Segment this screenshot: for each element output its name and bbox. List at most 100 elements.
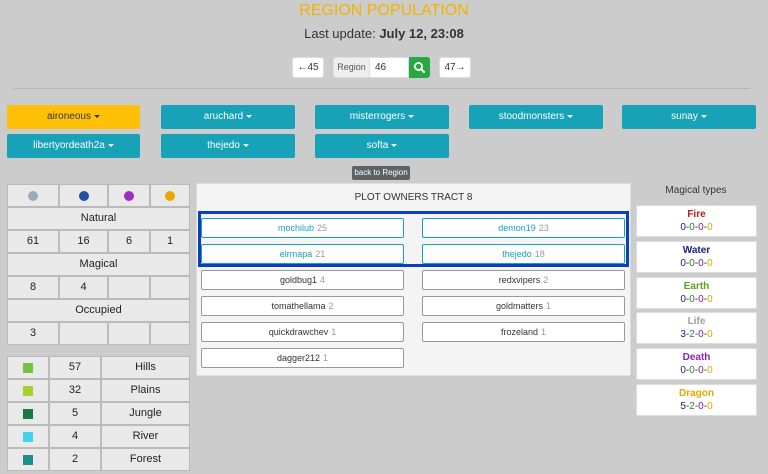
last-update-value: July 12, 23:08 [379, 26, 464, 41]
stats-value: 3 [7, 322, 59, 345]
stats-header-cell [59, 184, 108, 207]
magical-type-values: 0-0-0-0 [680, 222, 713, 233]
owner-button[interactable]: mochilub 25 [201, 218, 404, 238]
user-button-aironeous[interactable]: aironeous [7, 105, 140, 129]
terrain-swatch [7, 356, 49, 379]
terrain-swatch [7, 379, 49, 402]
terrain-count: 5 [49, 402, 101, 425]
magical-type-name: Earth [683, 281, 710, 292]
user-button-libertyordeath2a[interactable]: libertyordeath2a [7, 134, 140, 158]
terrain-count: 57 [49, 356, 101, 379]
owner-button[interactable]: goldmatters 1 [422, 296, 625, 316]
natural-label: Natural [7, 207, 190, 230]
owner-button[interactable]: goldbug1 4 [201, 270, 404, 290]
magical-type-value: 0 [707, 222, 713, 233]
owner-button[interactable]: tomathellama 2 [201, 296, 404, 316]
back-to-region-button[interactable]: back to Region [352, 166, 410, 180]
owner-button[interactable]: quickdrawchev 1 [201, 322, 404, 342]
caret-down-icon [242, 143, 249, 147]
magical-types-title: Magical types [665, 185, 727, 196]
user-button-label: sunay [671, 111, 698, 122]
owner-name: demon19 [498, 223, 536, 233]
user-button-misterrogers[interactable]: misterrogers [315, 105, 449, 129]
caret-down-icon [391, 143, 398, 147]
magical-type-value: 0 [707, 258, 713, 269]
owner-name: tomathellama [271, 301, 326, 311]
magical-type-card: Life 3-2-0-0 [636, 312, 757, 344]
caret-down-icon [246, 114, 253, 118]
caret-down-icon [700, 114, 707, 118]
stats-value: 16 [59, 230, 108, 253]
stats-value: 6 [108, 230, 150, 253]
user-button-stoodmonsters[interactable]: stoodmonsters [469, 105, 603, 129]
owner-count: 1 [323, 353, 329, 363]
terrain-name: Plains [101, 379, 190, 402]
owner-name: frozeland [500, 327, 538, 337]
magical-type-name: Water [682, 245, 711, 256]
region-input[interactable]: 46 [369, 57, 409, 78]
stats-value [59, 322, 108, 345]
owner-name: redxvipers [498, 275, 541, 285]
terrain-name: Forest [101, 448, 190, 471]
terrain-count: 2 [49, 448, 101, 471]
prev-region-button[interactable]: ←45 [292, 57, 324, 78]
magical-type-values: 0-0-0-0 [680, 294, 713, 305]
owner-name: quickdrawchev [268, 327, 329, 337]
magical-type-card: Earth 0-0-0-0 [636, 277, 757, 309]
plot-owners-title: PLOT OWNERS TRACT 8 [354, 192, 473, 203]
dot-icon [28, 190, 38, 201]
occupied-label: Occupied [7, 299, 190, 322]
owner-button[interactable]: redxvipers 2 [422, 270, 625, 290]
owner-button[interactable]: demon19 23 [422, 218, 625, 238]
region-label: Region [333, 57, 369, 78]
terrain-color-icon [23, 408, 33, 419]
stats-value [150, 276, 190, 299]
owner-count: 1 [546, 301, 552, 311]
terrain-swatch [7, 425, 49, 448]
owner-button[interactable]: elrmapa 21 [201, 244, 404, 264]
terrain-swatch [7, 402, 49, 425]
magical-label: Magical [7, 253, 190, 276]
terrain-name: Jungle [101, 402, 190, 425]
user-button-aruchard[interactable]: aruchard [161, 105, 295, 129]
terrain-swatch [7, 448, 49, 471]
owner-count: 2 [328, 301, 334, 311]
terrain-color-icon [23, 385, 33, 396]
magical-type-values: 0-0-0-0 [680, 258, 713, 269]
magical-type-value: 0 [707, 294, 713, 305]
caret-down-icon [107, 143, 114, 147]
stats-value [108, 276, 150, 299]
owner-count: 1 [541, 327, 547, 337]
magical-type-value: 0 [707, 401, 713, 412]
user-button-sunay[interactable]: sunay [622, 105, 756, 129]
owner-count: 2 [543, 275, 549, 285]
user-button-label: thejedo [207, 140, 240, 151]
stats-value: 4 [59, 276, 108, 299]
stats-value: 61 [7, 230, 59, 253]
stats-header-cell [7, 184, 59, 207]
owner-button[interactable]: dagger212 1 [201, 348, 404, 368]
caret-down-icon [408, 114, 415, 118]
divider [14, 88, 750, 89]
last-update: Last update: July 12, 23:08 [0, 26, 768, 41]
magical-type-name: Dragon [679, 388, 714, 399]
magical-type-values: 5-2-0-0 [680, 401, 713, 412]
user-button-softa[interactable]: softa [315, 134, 449, 158]
user-button-label: libertyordeath2a [33, 140, 105, 151]
owner-button[interactable]: frozeland 1 [422, 322, 625, 342]
owner-count: 25 [317, 223, 328, 233]
user-button-thejedo[interactable]: thejedo [161, 134, 295, 158]
magical-type-card: Fire 0-0-0-0 [636, 205, 757, 237]
owner-name: thejedo [502, 249, 532, 259]
next-region-button[interactable]: 47→ [439, 57, 471, 78]
owner-button[interactable]: thejedo 18 [422, 244, 625, 264]
stats-header-cell [150, 184, 190, 207]
caret-down-icon [93, 114, 100, 118]
go-region-button[interactable] [409, 57, 430, 78]
caret-down-icon [567, 114, 574, 118]
stats-header-cell [108, 184, 150, 207]
magical-type-card: Dragon 5-2-0-0 [636, 384, 757, 416]
dot-icon [165, 190, 175, 201]
magical-type-values: 0-0-0-0 [680, 365, 713, 376]
page-title: REGION POPULATION [299, 2, 469, 19]
